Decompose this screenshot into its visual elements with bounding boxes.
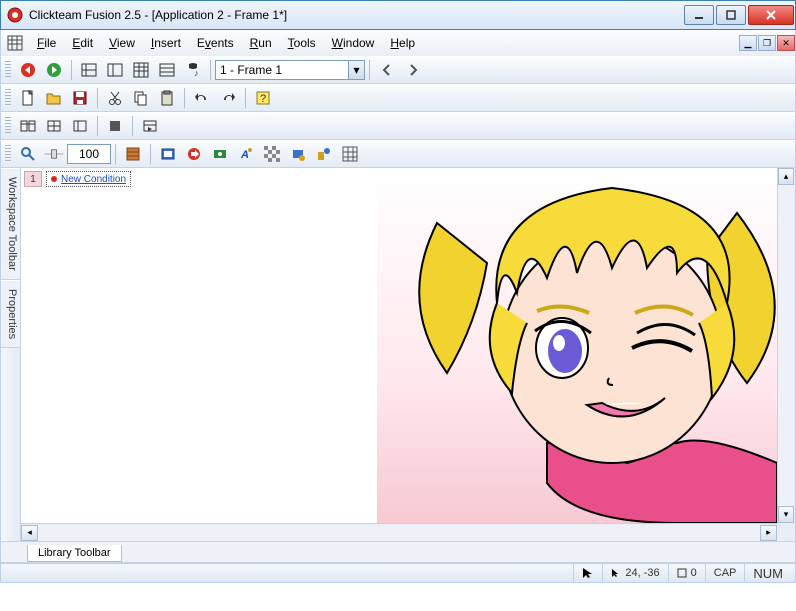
frame-selector-combo[interactable]: 1 - Frame 1 ▾ (215, 60, 365, 80)
chevron-down-icon: ▾ (348, 61, 364, 79)
stop-button[interactable] (103, 115, 127, 137)
copy-button[interactable] (129, 87, 153, 109)
workspace-toolbar-tab[interactable]: Workspace Toolbar (1, 168, 20, 280)
back-button[interactable] (16, 59, 40, 81)
mouse-object-button[interactable] (286, 143, 310, 165)
new-button[interactable] (16, 87, 40, 109)
event-row: 1 New Condition (24, 171, 131, 187)
statusbar: 24, -36 0 CAP NUM (0, 563, 796, 583)
scroll-left-button[interactable]: ◂ (21, 525, 38, 541)
toolbar-standard: ? (0, 84, 796, 112)
scroll-right-button[interactable]: ▸ (760, 525, 777, 541)
scroll-corner (777, 523, 795, 541)
run-project-button[interactable] (16, 115, 40, 137)
system-object-button[interactable] (156, 143, 180, 165)
new-condition-cell[interactable]: New Condition (46, 171, 131, 187)
open-button[interactable] (42, 87, 66, 109)
scroll-down-button[interactable]: ▾ (778, 506, 794, 523)
frame-editor-button[interactable] (103, 59, 127, 81)
toolbar-run (0, 112, 796, 140)
zoom-slider[interactable] (42, 143, 66, 165)
event-editor-canvas[interactable]: 1 New Condition ▴ ▾ ◂ ▸ (21, 168, 795, 541)
vertical-scrollbar[interactable]: ▴ ▾ (777, 168, 795, 523)
minimize-button[interactable] (684, 5, 714, 25)
storyboard-editor-button[interactable] (77, 59, 101, 81)
mdi-minimize-button[interactable]: ▁ (739, 35, 757, 51)
menu-edit[interactable]: Edit (64, 34, 101, 52)
status-frame: 0 (668, 564, 705, 582)
run-application-button[interactable] (42, 115, 66, 137)
event-list-editor-button[interactable] (155, 59, 179, 81)
mdi-restore-button[interactable]: ❐ (758, 35, 776, 51)
close-button[interactable] (748, 5, 794, 25)
scroll-up-button[interactable]: ▴ (778, 168, 794, 185)
toolbar-navigation: ♪ 1 - Frame 1 ▾ (0, 56, 796, 84)
frame-selector-value: 1 - Frame 1 (220, 63, 282, 77)
bottom-dock: Library Toolbar (0, 541, 796, 563)
menu-file[interactable]: File (29, 34, 64, 52)
menu-tools[interactable]: Tools (280, 34, 324, 52)
prev-frame-button[interactable] (375, 59, 399, 81)
menu-events[interactable]: Events (189, 34, 242, 52)
run-frame-button[interactable] (68, 115, 92, 137)
maximize-button[interactable] (716, 5, 746, 25)
toolbar-grip[interactable] (5, 117, 11, 135)
svg-text:A: A (240, 149, 249, 161)
vscroll-track[interactable] (778, 185, 794, 506)
menu-help[interactable]: Help (382, 34, 423, 52)
paste-button[interactable] (155, 87, 179, 109)
zoom-input[interactable] (67, 144, 111, 164)
next-frame-button[interactable] (401, 59, 425, 81)
build-and-run-button[interactable] (138, 115, 162, 137)
status-num: NUM (744, 564, 791, 582)
data-elements-button[interactable]: ♪ (181, 59, 205, 81)
forward-button[interactable] (42, 59, 66, 81)
status-coords: 24, -36 (602, 564, 667, 582)
filter-button[interactable] (121, 143, 145, 165)
status-message (5, 564, 573, 582)
menu-insert[interactable]: Insert (143, 34, 189, 52)
hscroll-track[interactable] (38, 525, 760, 541)
toolbar-grip[interactable] (5, 89, 11, 107)
menu-run[interactable]: Run (242, 34, 280, 52)
condition-bullet-icon (51, 176, 57, 182)
sound-object-button[interactable] (182, 143, 206, 165)
menu-view[interactable]: View (101, 34, 143, 52)
create-object-button[interactable]: A (234, 143, 258, 165)
main-area: Workspace Toolbar Properties (0, 168, 796, 541)
left-side-tabs: Workspace Toolbar Properties (1, 168, 21, 541)
frame-editor-icon[interactable] (5, 33, 25, 53)
properties-tab[interactable]: Properties (1, 280, 20, 348)
menubar: File Edit View Insert Events Run Tools W… (0, 30, 796, 56)
status-tool-cell (573, 564, 602, 582)
background-illustration (377, 168, 777, 523)
storyboard-object-button[interactable] (208, 143, 232, 165)
new-condition-link[interactable]: New Condition (61, 174, 126, 185)
horizontal-scrollbar[interactable]: ◂ ▸ (21, 523, 777, 541)
player-object-button[interactable] (312, 143, 336, 165)
event-editor-button[interactable] (129, 59, 153, 81)
cut-button[interactable] (103, 87, 127, 109)
toolbar-event-editor: A (0, 140, 796, 168)
window-title: Clickteam Fusion 2.5 - [Application 2 - … (29, 8, 682, 22)
toolbar-grip[interactable] (5, 61, 11, 79)
timer-object-button[interactable] (260, 143, 284, 165)
svg-text:?: ? (260, 93, 266, 105)
toolbar-grip[interactable] (5, 145, 11, 163)
event-row-number[interactable]: 1 (24, 171, 42, 187)
menu-window[interactable]: Window (324, 34, 383, 52)
mdi-close-button[interactable]: ✕ (777, 35, 795, 51)
undo-button[interactable] (190, 87, 214, 109)
status-cap: CAP (705, 564, 745, 582)
library-toolbar-tab[interactable]: Library Toolbar (27, 545, 122, 562)
titlebar: Clickteam Fusion 2.5 - [Application 2 - … (0, 0, 796, 30)
save-button[interactable] (68, 87, 92, 109)
grid-object-button[interactable] (338, 143, 362, 165)
app-icon (7, 7, 23, 23)
redo-button[interactable] (216, 87, 240, 109)
help-contents-button[interactable]: ? (251, 87, 275, 109)
zoom-tool-button[interactable] (16, 143, 40, 165)
svg-text:♪: ♪ (194, 68, 199, 78)
